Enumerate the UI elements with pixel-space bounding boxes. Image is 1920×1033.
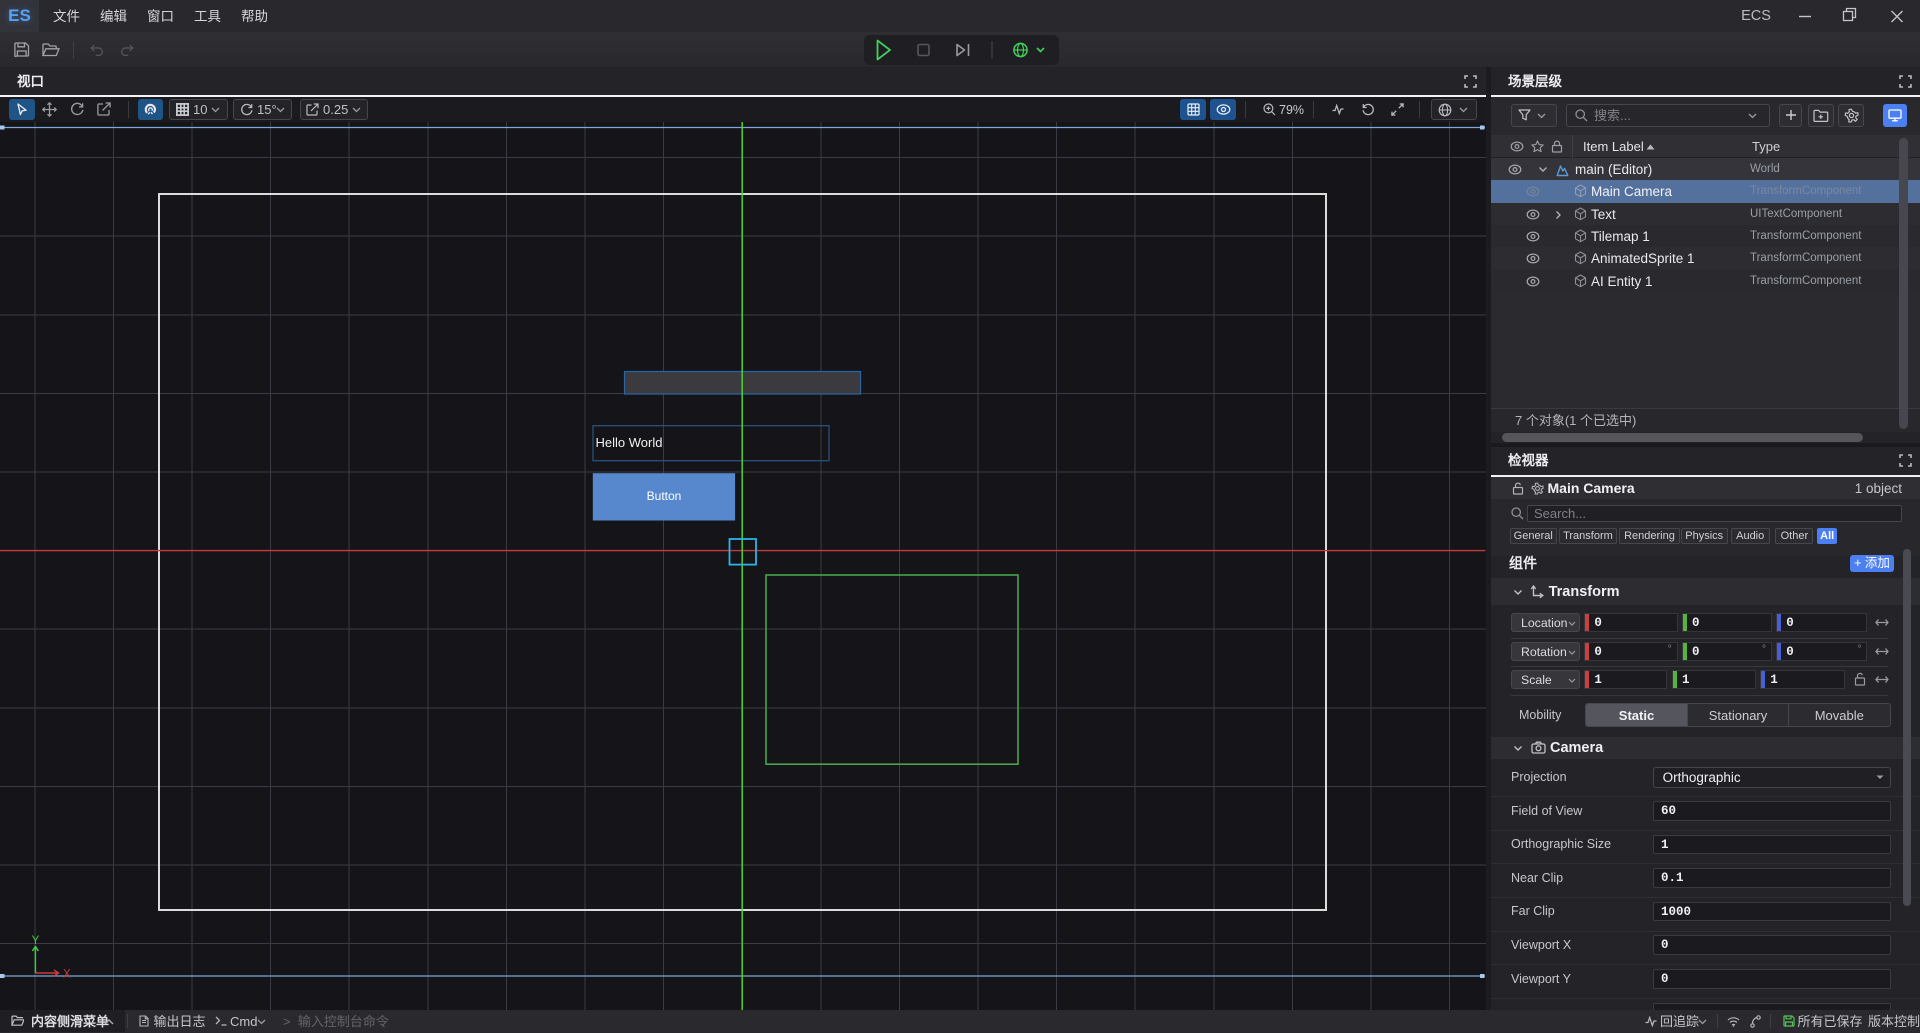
svg-text:Hello World: Hello World	[596, 435, 663, 450]
svg-text:Y: Y	[32, 935, 40, 947]
svg-text:X: X	[63, 969, 71, 981]
svg-text:Button: Button	[647, 489, 682, 503]
